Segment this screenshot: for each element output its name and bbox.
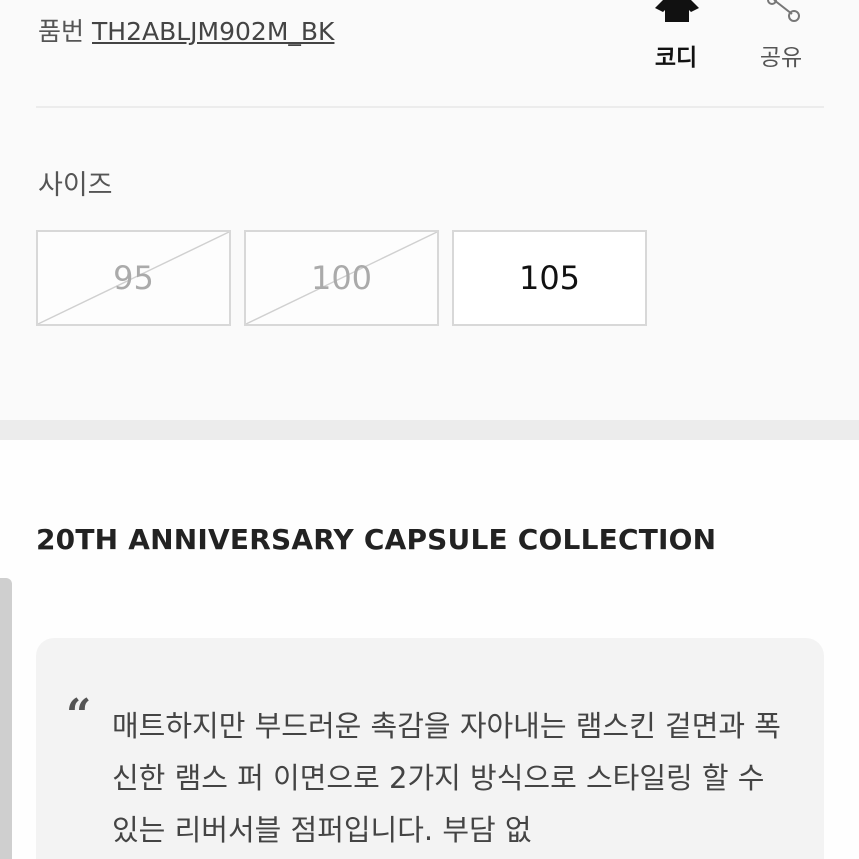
quote-mark: “ — [66, 690, 92, 741]
section-separator — [0, 420, 859, 440]
divider — [36, 106, 824, 108]
description-text: 매트하지만 부드러운 촉감을 자아내는 램스킨 겉면과 폭신한 램스 퍼 이면으… — [112, 709, 781, 847]
product-option-section: 품번 TH2ABLJM902M_BK 코디 공유 사이즈 95 100 105 — [0, 0, 859, 420]
share-button[interactable]: 공유 — [746, 0, 816, 72]
coordi-button[interactable]: 코디 — [641, 0, 711, 72]
shirt-icon — [655, 0, 699, 22]
size-option-100[interactable]: 100 — [244, 230, 439, 326]
coordi-label: 코디 — [654, 45, 698, 71]
description-quote-box: “ 매트하지만 부드러운 촉감을 자아내는 램스킨 겉면과 폭신한 램스 퍼 이… — [36, 638, 824, 859]
size-option-value: 95 — [113, 259, 154, 297]
size-option-105[interactable]: 105 — [452, 230, 647, 326]
size-option-value: 100 — [310, 259, 373, 297]
size-label: 사이즈 — [38, 170, 113, 201]
product-code-row: 품번 TH2ABLJM902M_BK — [38, 12, 334, 48]
share-icon — [767, 0, 800, 22]
product-code-label: 품번 — [38, 17, 85, 46]
side-scroll-handle[interactable] — [0, 578, 12, 859]
product-code-value: TH2ABLJM902M_BK — [92, 17, 335, 46]
size-option-value: 105 — [518, 259, 581, 297]
collection-section: 20TH ANNIVERSARY CAPSULE COLLECTION “ 매트… — [0, 440, 859, 859]
collection-title: 20TH ANNIVERSARY CAPSULE COLLECTION — [36, 523, 717, 556]
size-option-95[interactable]: 95 — [36, 230, 231, 326]
share-label: 공유 — [759, 45, 803, 71]
